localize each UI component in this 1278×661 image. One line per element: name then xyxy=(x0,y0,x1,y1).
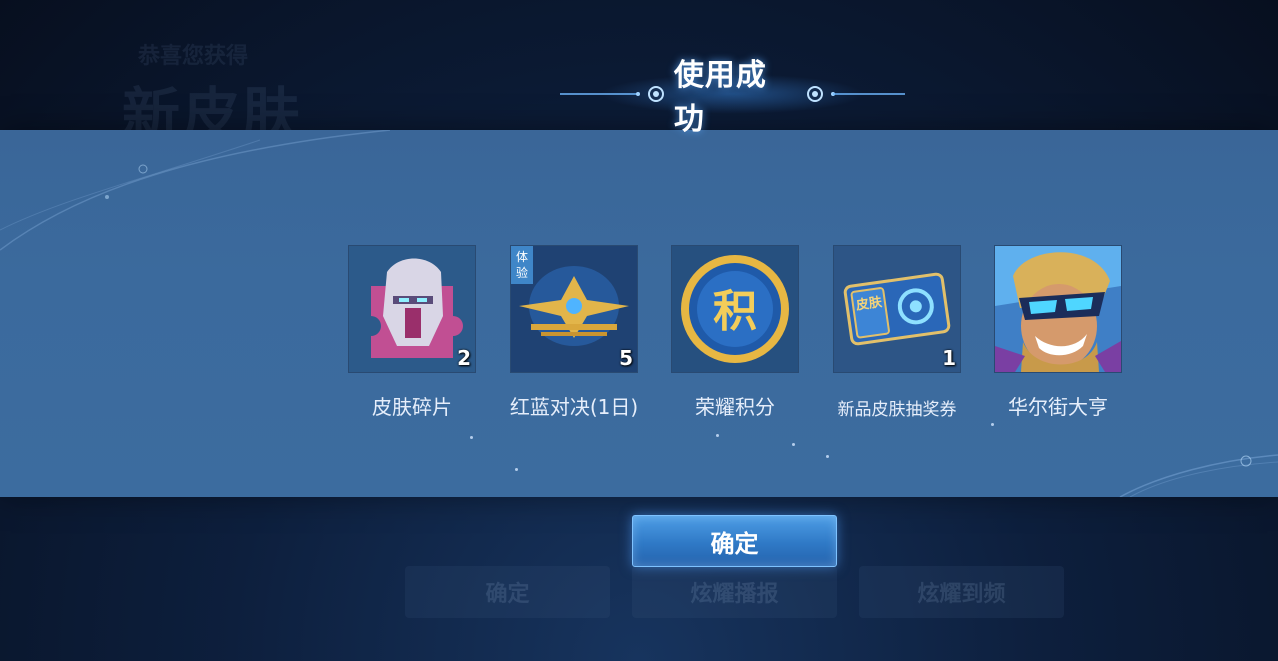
item-tile: 积 xyxy=(671,245,799,373)
sparkle xyxy=(470,436,473,439)
item-name: 荣耀积分 xyxy=(695,395,775,419)
title-ornament-right-icon xyxy=(807,86,905,102)
item-count: 5 xyxy=(619,346,633,370)
honor-points-glyph: 积 xyxy=(713,286,757,337)
item-name: 新品皮肤抽奖券 xyxy=(837,400,957,420)
sparkle xyxy=(826,455,829,458)
confirm-button[interactable]: 确定 xyxy=(632,515,837,567)
item-name: 华尔街大亨 xyxy=(1008,395,1108,419)
item-count: 1 xyxy=(942,346,956,370)
background-share-button: 炫耀播报 xyxy=(632,566,837,618)
honor-points-icon: 积 xyxy=(672,246,798,372)
item-tile xyxy=(994,245,1122,373)
dialog-title-bar: 使用成功 xyxy=(560,58,905,137)
sparkle xyxy=(991,423,994,426)
background-confirm-button: 确定 xyxy=(405,566,610,618)
background-channel-button: 炫耀到频 xyxy=(859,566,1064,618)
item-tile: 2 xyxy=(348,245,476,373)
reward-item-skin-lottery-ticket[interactable]: 皮肤 1 新品皮肤抽奖券 xyxy=(833,245,961,420)
hero-skin-portrait-icon xyxy=(995,246,1121,372)
item-name: 红蓝对决(1日) xyxy=(509,395,639,419)
reward-item-wall-street-tycoon[interactable]: 华尔街大亨 xyxy=(994,245,1122,419)
item-tile: 体验 5 xyxy=(510,245,638,373)
item-tile: 皮肤 1 xyxy=(833,245,961,373)
reward-item-red-blue-duel[interactable]: 体验 5 红蓝对决(1日) xyxy=(510,245,638,419)
sparkle xyxy=(792,443,795,446)
title-ornament-left-icon xyxy=(560,86,664,102)
dialog-title: 使用成功 xyxy=(673,58,767,137)
reward-item-honor-points[interactable]: 积 荣耀积分 xyxy=(671,245,799,419)
trial-badge: 体验 xyxy=(511,246,533,284)
sparkle xyxy=(716,434,719,437)
item-name: 皮肤碎片 xyxy=(372,395,452,419)
sparkle xyxy=(515,468,518,471)
item-count: 2 xyxy=(457,346,471,370)
reward-item-skin-fragment[interactable]: 2 皮肤碎片 xyxy=(348,245,476,419)
background-subtitle: 恭喜您获得 xyxy=(138,44,249,69)
